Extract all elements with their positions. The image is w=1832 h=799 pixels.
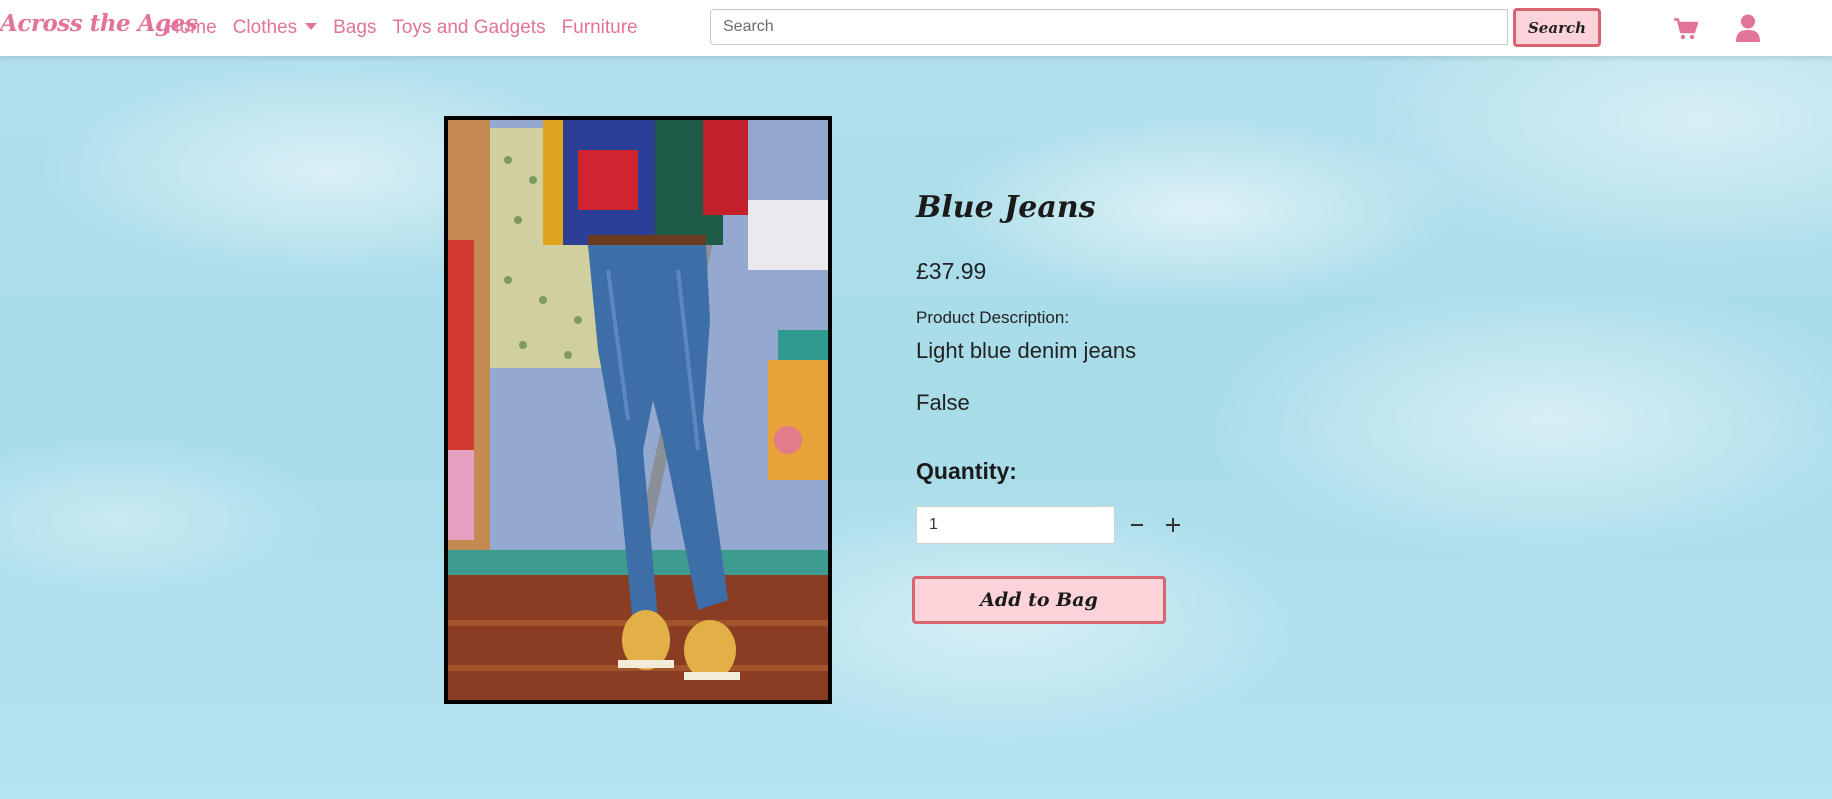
nav-bags-link[interactable]: Bags xyxy=(333,17,376,39)
nav-clothes-label: Clothes xyxy=(232,17,298,38)
product-image xyxy=(444,116,832,704)
nav-toys-link[interactable]: Toys and Gadgets xyxy=(392,17,545,39)
nav-clothes-dropdown[interactable]: Clothes xyxy=(232,17,318,39)
nav-furniture-link[interactable]: Furniture xyxy=(562,17,638,39)
quantity-input[interactable] xyxy=(916,506,1115,544)
product-price: £37.99 xyxy=(916,258,987,284)
user-icon[interactable] xyxy=(1736,14,1760,46)
decrement-button[interactable] xyxy=(1124,512,1150,538)
navbar: Across the Ages Home Clothes Bags Toys a… xyxy=(0,0,1832,56)
main-nav: Home Clothes Bags Toys and Gadgets Furni… xyxy=(166,17,638,39)
minus-icon xyxy=(1131,524,1143,526)
cart-icon[interactable] xyxy=(1674,18,1699,44)
add-to-bag-button[interactable]: Add to Bag xyxy=(912,576,1166,624)
quantity-label: Quantity: xyxy=(916,458,1017,484)
product-title: Blue Jeans xyxy=(916,190,1096,225)
search-input[interactable] xyxy=(710,9,1508,45)
description-label: Product Description: xyxy=(916,308,1070,327)
product-description: Light blue denim jeans xyxy=(916,338,1137,363)
increment-button[interactable] xyxy=(1160,512,1186,538)
product-flag-text: False xyxy=(916,390,970,415)
chevron-down-icon xyxy=(305,23,318,30)
nav-home-link[interactable]: Home xyxy=(166,17,217,39)
search-button[interactable]: Search xyxy=(1513,8,1601,47)
plus-icon xyxy=(1166,518,1180,532)
